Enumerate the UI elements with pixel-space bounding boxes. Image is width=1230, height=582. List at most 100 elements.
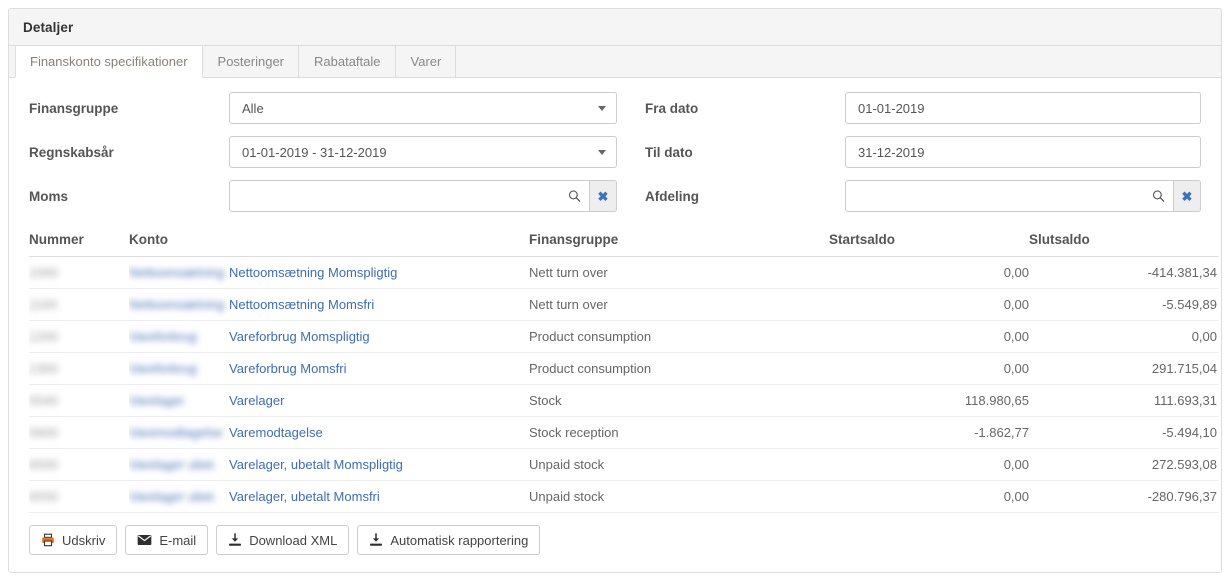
moms-search-group: ✖ [229,180,617,212]
cell-kontonavn: Vareforbrug Momsfri [229,353,529,385]
fra-dato-input[interactable]: 01-01-2019 [845,92,1201,124]
table-row: 1200VareforbrugVareforbrug MomspligtigPr… [29,321,1219,353]
download-icon [228,533,242,547]
tab-label: Finanskonto specifikationer [30,54,188,69]
cell-nummer: 5540 [29,385,129,417]
cell-startsaldo: 0,00 [829,289,1029,321]
cell-finansgruppe: Stock [529,385,829,417]
til-dato-value: 31-12-2019 [858,145,925,160]
cell-konto: Varemodtagelse [129,417,229,449]
fra-dato-value: 01-01-2019 [858,101,925,116]
cell-startsaldo: 0,00 [829,257,1029,289]
col-slutsaldo[interactable]: Slutsaldo [1029,226,1219,257]
cell-nummer: 1300 [29,353,129,385]
results-table-wrap: Nummer Konto Finansgruppe Startsaldo Slu… [9,220,1221,513]
afdeling-clear-button[interactable]: ✖ [1174,180,1201,212]
panel-body: Finansgruppe Alle Fra dato 01-01-2019 [9,78,1221,569]
label-regnskabsaar: Regnskabsår [29,145,229,160]
tab-rabataftale[interactable]: Rabataftale [299,46,396,77]
print-button-label: Udskriv [62,533,105,548]
account-link[interactable]: Nettoomsætning Momsfri [229,297,374,312]
regnskabsaar-select[interactable]: 01-01-2019 - 31-12-2019 [229,136,617,168]
cell-startsaldo: -1.862,77 [829,417,1029,449]
redacted-konto: Varelager [129,393,184,408]
col-kontonavn [229,226,529,257]
table-row: 1100 Nettoomsætning Nettoomsætning Momsfri… [29,289,1219,321]
account-link[interactable]: Vareforbrug Momspligtig [229,329,370,344]
account-link[interactable]: Vareforbrug Momsfri [229,361,347,376]
col-finansgruppe[interactable]: Finansgruppe [529,226,829,257]
page-title: Detaljer [23,20,73,35]
email-button[interactable]: E-mail [125,525,208,555]
filter-form: Finansgruppe Alle Fra dato 01-01-2019 [9,78,1221,220]
screen: Detaljer Finanskonto specifikationer Pos… [0,0,1230,582]
label-til-dato: Til dato [645,145,845,160]
account-link[interactable]: Varelager, ubetalt Momspligtig [229,457,403,472]
label-fra-dato: Fra dato [645,101,845,116]
cell-kontonavn: Varelager [229,385,529,417]
account-link[interactable]: Varelager [229,393,284,408]
envelope-icon [137,534,152,546]
cell-konto: Varelager ubet. [129,449,229,481]
redacted-konto: Nettoomsætning [129,297,224,312]
cell-finansgruppe: Nett turn over [529,257,829,289]
cell-slutsaldo: -5.549,89 [1029,289,1219,321]
search-icon[interactable] [1152,190,1165,203]
chevron-down-icon [598,106,606,111]
redacted-nummer: 1200 [29,329,58,344]
table-row: 6500Varelager ubet.Varelager, ubetalt Mo… [29,449,1219,481]
search-icon[interactable] [568,190,581,203]
cell-slutsaldo: 272.593,08 [1029,449,1219,481]
cell-nummer: 6550 [29,481,129,513]
cell-konto: Varelager [129,385,229,417]
tab-posteringer[interactable]: Posteringer [203,46,299,77]
cell-konto: Vareforbrug [129,353,229,385]
redacted-konto: Varelager ubet. [129,489,217,504]
moms-clear-button[interactable]: ✖ [590,180,617,212]
cell-slutsaldo: -280.796,37 [1029,481,1219,513]
label-moms: Moms [29,189,229,204]
results-table: Nummer Konto Finansgruppe Startsaldo Slu… [29,226,1219,513]
finansgruppe-select[interactable]: Alle [229,92,617,124]
redacted-konto: Vareforbrug [129,329,197,344]
col-konto[interactable]: Konto [129,226,229,257]
til-dato-input[interactable]: 31-12-2019 [845,136,1201,168]
tab-finanskonto-specifikationer[interactable]: Finanskonto specifikationer [15,46,203,78]
col-nummer[interactable]: Nummer [29,226,129,257]
moms-search-input[interactable] [229,180,590,212]
redacted-konto: Nettoomsætning [129,265,224,280]
tab-label: Rabataftale [314,54,381,69]
table-body: 1000NettoomsætningNettoomsætning Momspli… [29,257,1219,513]
account-link[interactable]: Varemodtagelse [229,425,323,440]
cell-startsaldo: 118.980,65 [829,385,1029,417]
details-panel: Detaljer Finanskonto specifikationer Pos… [8,8,1222,573]
table-header-row: Nummer Konto Finansgruppe Startsaldo Slu… [29,226,1219,257]
cell-nummer: 6500 [29,449,129,481]
cell-slutsaldo: -414.381,34 [1029,257,1219,289]
account-link[interactable]: Varelager, ubetalt Momsfri [229,489,380,504]
table-row: 5600VaremodtagelseVaremodtagelseStock re… [29,417,1219,449]
chevron-down-icon [598,150,606,155]
table-row: 5540VarelagerVarelagerStock118.980,65111… [29,385,1219,417]
account-link[interactable]: Nettoomsætning Momspligtig [229,265,397,280]
cell-slutsaldo: 111.693,31 [1029,385,1219,417]
download-xml-button[interactable]: Download XML [216,525,349,555]
afdeling-search-input[interactable] [845,180,1174,212]
panel-header: Detaljer [9,9,1221,46]
print-button[interactable]: Udskriv [29,525,117,555]
tab-varer[interactable]: Varer [396,46,457,77]
cell-kontonavn: Varelager, ubetalt Momspligtig [229,449,529,481]
cell-slutsaldo: -5.494,10 [1029,417,1219,449]
cell-finansgruppe: Stock reception [529,417,829,449]
redacted-nummer: 1100 [29,297,57,312]
redacted-konto: Vareforbrug [129,361,197,376]
cell-startsaldo: 0,00 [829,353,1029,385]
cell-startsaldo: 0,00 [829,321,1029,353]
afdeling-search-group: ✖ [845,180,1201,212]
cell-slutsaldo: 291.715,04 [1029,353,1219,385]
cell-konto: Vareforbrug [129,321,229,353]
automatic-reporting-button[interactable]: Automatisk rapportering [357,525,540,555]
cell-kontonavn: Nettoomsætning Momspligtig [229,257,529,289]
finansgruppe-value: Alle [242,101,264,116]
col-startsaldo[interactable]: Startsaldo [829,226,1029,257]
